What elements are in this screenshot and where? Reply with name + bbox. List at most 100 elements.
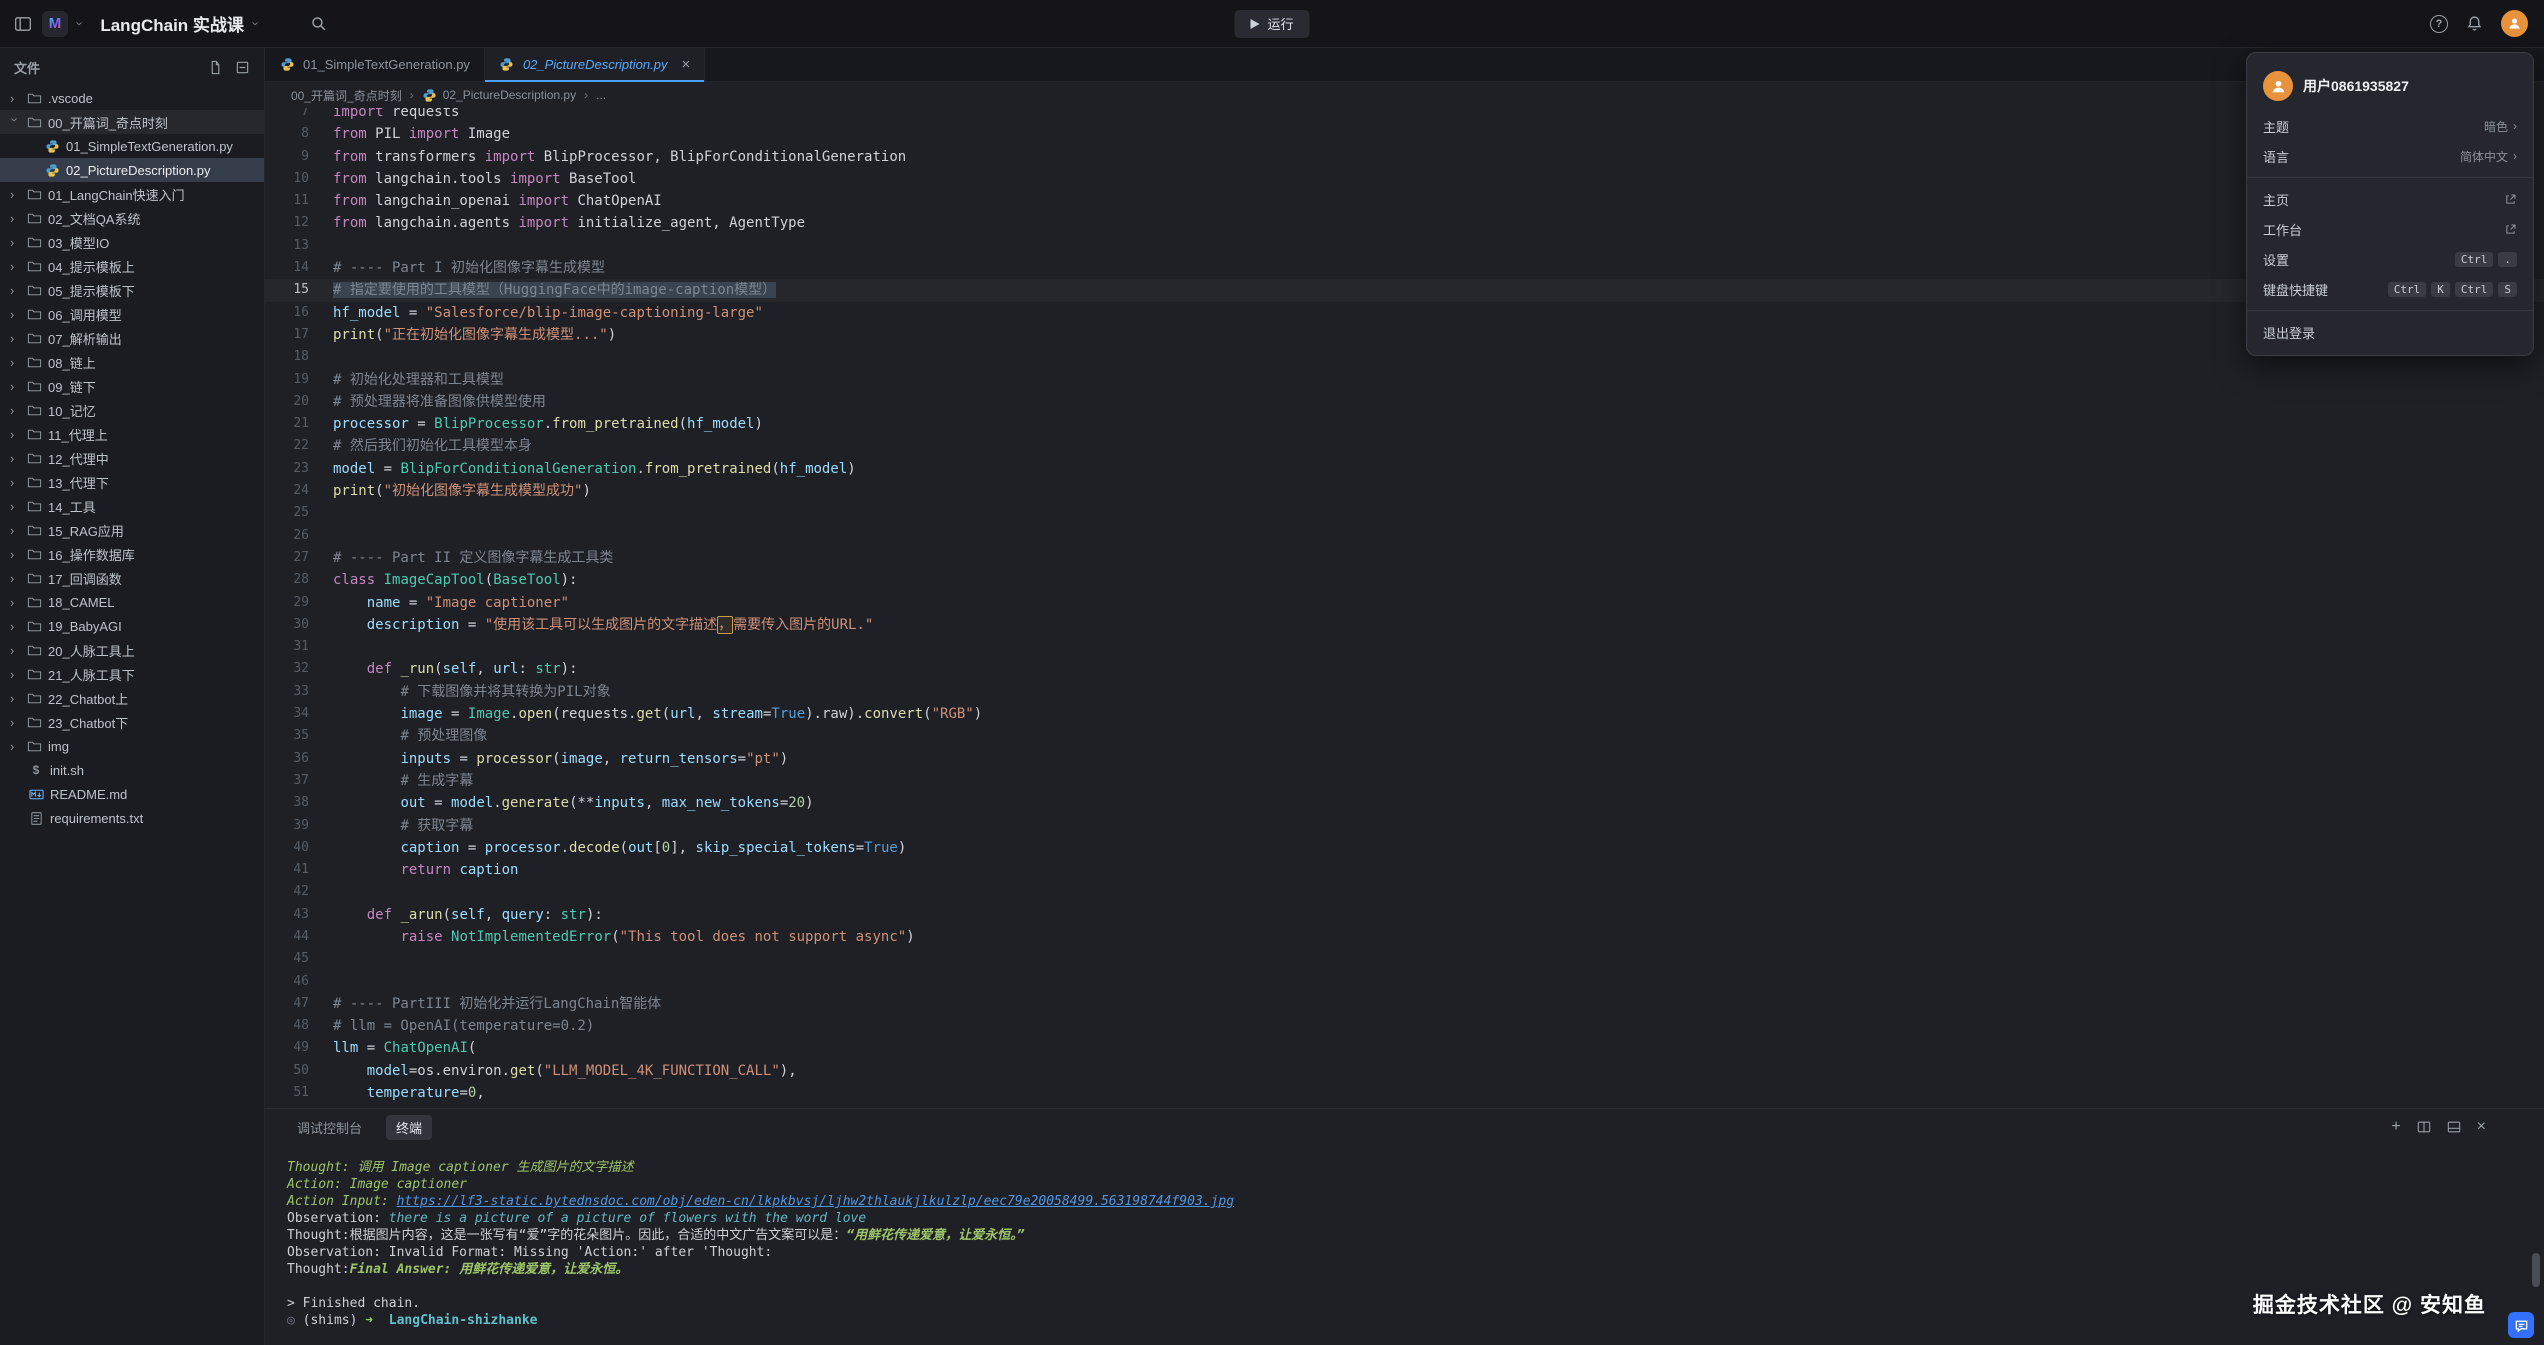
tree-item-20_人脉工具上[interactable]: ›20_人脉工具上 bbox=[0, 638, 264, 662]
code-line-11[interactable]: 11from langchain_openai import ChatOpenA… bbox=[265, 190, 2544, 212]
line-number[interactable]: 15 bbox=[265, 279, 309, 301]
tree-item-04_提示模板上[interactable]: ›04_提示模板上 bbox=[0, 254, 264, 278]
code-line-13[interactable]: 13 bbox=[265, 235, 2544, 257]
collapse-all-icon[interactable] bbox=[235, 60, 250, 75]
tree-item-22_Chatbot上[interactable]: ›22_Chatbot上 bbox=[0, 686, 264, 710]
code-line-27[interactable]: 27# ---- Part II 定义图像字幕生成工具类 bbox=[265, 547, 2544, 569]
code-line-8[interactable]: 8from PIL import Image bbox=[265, 123, 2544, 145]
line-number[interactable]: 36 bbox=[265, 748, 309, 770]
menu-item-语言[interactable]: 语言简体中文› bbox=[2247, 141, 2533, 171]
line-number[interactable]: 35 bbox=[265, 725, 309, 747]
tree-item-requirements.txt[interactable]: requirements.txt bbox=[0, 806, 264, 830]
line-number[interactable]: 33 bbox=[265, 681, 309, 703]
menu-item-工作台[interactable]: 工作台 bbox=[2247, 214, 2533, 244]
line-number[interactable]: 49 bbox=[265, 1037, 309, 1059]
tree-item-img[interactable]: ›img bbox=[0, 734, 264, 758]
line-number[interactable]: 20 bbox=[265, 391, 309, 413]
tree-item-02_文档QA系统[interactable]: ›02_文档QA系统 bbox=[0, 206, 264, 230]
tree-item-18_CAMEL[interactable]: ›18_CAMEL bbox=[0, 590, 264, 614]
code-line-34[interactable]: 34 image = Image.open(requests.get(url, … bbox=[265, 703, 2544, 725]
code-line-32[interactable]: 32 def _run(self, url: str): bbox=[265, 658, 2544, 680]
menu-item-主页[interactable]: 主页 bbox=[2247, 184, 2533, 214]
line-number[interactable]: 30 bbox=[265, 614, 309, 636]
code-line-30[interactable]: 30 description = "使用该工具可以生成图片的文字描述，需要传入图… bbox=[265, 614, 2544, 636]
tree-item-05_提示模板下[interactable]: ›05_提示模板下 bbox=[0, 278, 264, 302]
code-line-39[interactable]: 39 # 获取字幕 bbox=[265, 815, 2544, 837]
code-line-23[interactable]: 23model = BlipForConditionalGeneration.f… bbox=[265, 458, 2544, 480]
code-line-22[interactable]: 22# 然后我们初始化工具模型本身 bbox=[265, 435, 2544, 457]
tree-item-01_SimpleTextGeneration.py[interactable]: 01_SimpleTextGeneration.py bbox=[0, 134, 264, 158]
line-number[interactable]: 38 bbox=[265, 792, 309, 814]
line-number[interactable]: 13 bbox=[265, 235, 309, 257]
code-line-51[interactable]: 51 temperature=0, bbox=[265, 1082, 2544, 1104]
code-line-20[interactable]: 20# 预处理器将准备图像供模型使用 bbox=[265, 391, 2544, 413]
line-number[interactable]: 47 bbox=[265, 993, 309, 1015]
menu-item-设置[interactable]: 设置Ctrl. bbox=[2247, 244, 2533, 274]
code-line-28[interactable]: 28class ImageCapTool(BaseTool): bbox=[265, 569, 2544, 591]
tree-item-17_回调函数[interactable]: ›17_回调函数 bbox=[0, 566, 264, 590]
tree-item-15_RAG应用[interactable]: ›15_RAG应用 bbox=[0, 518, 264, 542]
user-avatar[interactable] bbox=[2501, 10, 2528, 37]
line-number[interactable]: 39 bbox=[265, 815, 309, 837]
editor-tab-01_SimpleTextGeneration.py[interactable]: 01_SimpleTextGeneration.py bbox=[265, 48, 485, 81]
line-number[interactable]: 27 bbox=[265, 547, 309, 569]
tree-item-16_操作数据库[interactable]: ›16_操作数据库 bbox=[0, 542, 264, 566]
tree-item-.vscode[interactable]: ›.vscode bbox=[0, 86, 264, 110]
menu-item-键盘快捷键[interactable]: 键盘快捷键CtrlKCtrlS bbox=[2247, 274, 2533, 304]
line-number[interactable]: 45 bbox=[265, 948, 309, 970]
line-number[interactable]: 9 bbox=[265, 146, 309, 168]
line-number[interactable]: 51 bbox=[265, 1082, 309, 1104]
code-line-18[interactable]: 18 bbox=[265, 346, 2544, 368]
code-line-24[interactable]: 24print("初始化图像字幕生成模型成功") bbox=[265, 480, 2544, 502]
code-line-29[interactable]: 29 name = "Image captioner" bbox=[265, 592, 2544, 614]
line-number[interactable]: 7 bbox=[265, 108, 309, 123]
new-file-icon[interactable] bbox=[208, 60, 223, 75]
tree-item-23_Chatbot下[interactable]: ›23_Chatbot下 bbox=[0, 710, 264, 734]
tree-item-12_代理中[interactable]: ›12_代理中 bbox=[0, 446, 264, 470]
chat-widget-button[interactable] bbox=[2508, 1312, 2534, 1338]
chevron-down-icon[interactable]: › bbox=[74, 21, 87, 25]
tree-item-init.sh[interactable]: $init.sh bbox=[0, 758, 264, 782]
breadcrumb-item[interactable]: ... bbox=[596, 88, 606, 102]
tree-item-19_BabyAGI[interactable]: ›19_BabyAGI bbox=[0, 614, 264, 638]
line-number[interactable]: 46 bbox=[265, 971, 309, 993]
line-number[interactable]: 24 bbox=[265, 480, 309, 502]
code-line-14[interactable]: 14# ---- Part I 初始化图像字幕生成模型 bbox=[265, 257, 2544, 279]
line-number[interactable]: 42 bbox=[265, 881, 309, 903]
split-terminal-icon[interactable] bbox=[2417, 1120, 2431, 1134]
line-number[interactable]: 29 bbox=[265, 592, 309, 614]
panel-tab-调试控制台[interactable]: 调试控制台 bbox=[287, 1115, 372, 1140]
line-number[interactable]: 48 bbox=[265, 1015, 309, 1037]
tree-item-00_开篇词_奇点时刻[interactable]: ›00_开篇词_奇点时刻 bbox=[0, 110, 264, 134]
line-number[interactable]: 50 bbox=[265, 1060, 309, 1082]
breadcrumb-item[interactable]: 02_PictureDescription.py bbox=[422, 87, 576, 103]
line-number[interactable]: 25 bbox=[265, 502, 309, 524]
tree-item-11_代理上[interactable]: ›11_代理上 bbox=[0, 422, 264, 446]
code-line-19[interactable]: 19# 初始化处理器和工具模型 bbox=[265, 369, 2544, 391]
code-line-12[interactable]: 12from langchain.agents import initializ… bbox=[265, 212, 2544, 234]
run-button[interactable]: 运行 bbox=[1234, 10, 1309, 38]
line-number[interactable]: 34 bbox=[265, 703, 309, 725]
code-line-33[interactable]: 33 # 下载图像并将其转换为PIL对象 bbox=[265, 681, 2544, 703]
code-line-44[interactable]: 44 raise NotImplementedError("This tool … bbox=[265, 926, 2544, 948]
close-tab-icon[interactable]: × bbox=[681, 57, 690, 72]
tree-item-10_记忆[interactable]: ›10_记忆 bbox=[0, 398, 264, 422]
close-panel-icon[interactable]: × bbox=[2477, 1119, 2486, 1135]
tree-item-08_链上[interactable]: ›08_链上 bbox=[0, 350, 264, 374]
code-line-17[interactable]: 17print("正在初始化图像字幕生成模型...") bbox=[265, 324, 2544, 346]
line-number[interactable]: 41 bbox=[265, 859, 309, 881]
code-line-43[interactable]: 43 def _arun(self, query: str): bbox=[265, 904, 2544, 926]
code-line-36[interactable]: 36 inputs = processor(image, return_tens… bbox=[265, 748, 2544, 770]
line-number[interactable]: 26 bbox=[265, 525, 309, 547]
line-number[interactable]: 12 bbox=[265, 212, 309, 234]
project-chevron-down-icon[interactable]: › bbox=[250, 21, 263, 25]
help-icon[interactable]: ? bbox=[2430, 15, 2448, 33]
line-number[interactable]: 28 bbox=[265, 569, 309, 591]
tree-item-02_PictureDescription.py[interactable]: 02_PictureDescription.py bbox=[0, 158, 264, 182]
code-line-31[interactable]: 31 bbox=[265, 636, 2544, 658]
code-line-42[interactable]: 42 bbox=[265, 881, 2544, 903]
code-line-46[interactable]: 46 bbox=[265, 971, 2544, 993]
new-terminal-icon[interactable]: + bbox=[2391, 1119, 2400, 1135]
code-line-15[interactable]: 15# 指定要使用的工具模型（HuggingFace中的image-captio… bbox=[265, 279, 2544, 301]
editor-tab-02_PictureDescription.py[interactable]: 02_PictureDescription.py× bbox=[485, 48, 705, 81]
